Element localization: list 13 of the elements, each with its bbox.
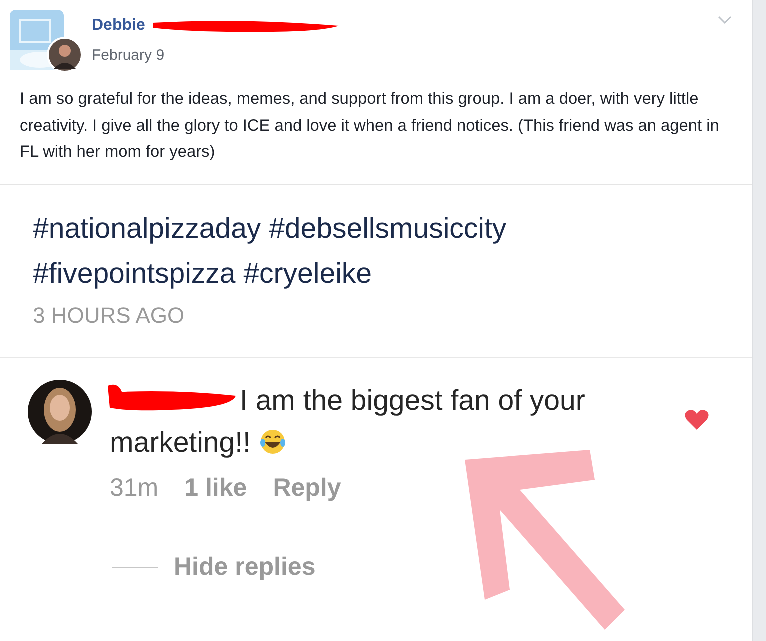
post-text: I am so grateful for the ideas, memes, and support from this group. I am a doer, with very little creativity. I give all the glory to ICE and love it when a friend notices. (This friend was an agent in FL with her mom for years) bbox=[20, 89, 720, 163]
post-date[interactable]: February 9 bbox=[92, 47, 344, 64]
comment-text: I am the biggest fan of your marketing!! bbox=[110, 380, 630, 464]
author-name[interactable]: Debbie bbox=[92, 17, 146, 35]
comment-time: 31m bbox=[110, 474, 159, 502]
commenter-avatar[interactable] bbox=[28, 380, 92, 444]
reply-link[interactable]: Reply bbox=[273, 474, 342, 502]
hashtags: #nationalpizzaday #debsellsmusiccity #fivepointspizza #cryeleike bbox=[33, 212, 508, 292]
hide-replies-link[interactable]: Hide replies bbox=[174, 552, 316, 582]
heart-icon[interactable] bbox=[684, 408, 710, 432]
like-count[interactable]: 1 like bbox=[184, 474, 248, 502]
laughing-emoji-icon bbox=[258, 428, 287, 456]
timestamp: 3 HOURS AGO bbox=[33, 302, 186, 328]
